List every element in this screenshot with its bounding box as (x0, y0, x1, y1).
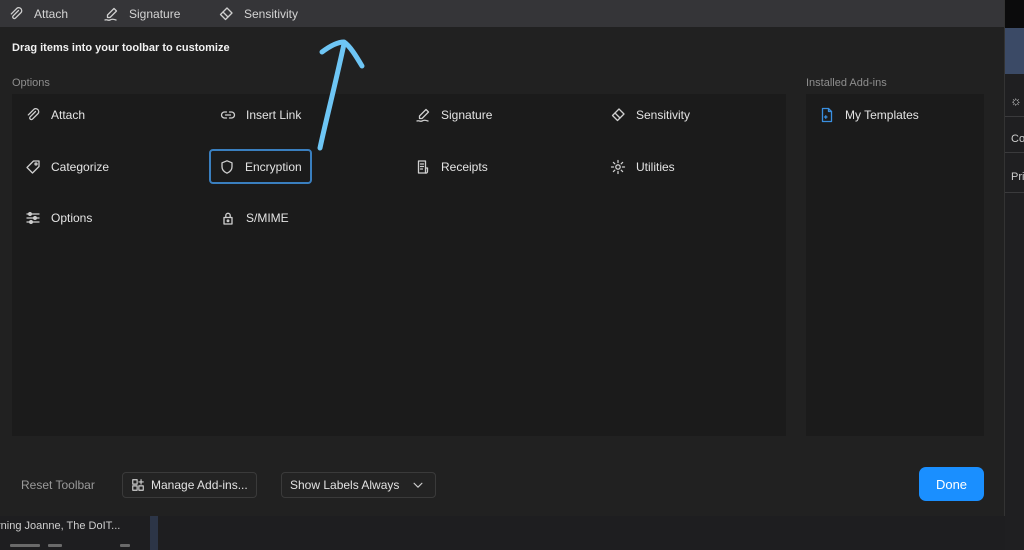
shield-icon (219, 159, 235, 175)
chevron-down-icon (413, 482, 423, 488)
template-document-icon (819, 107, 835, 123)
signature-pen-icon (415, 107, 431, 123)
option-receipts[interactable]: Receipts (407, 150, 496, 184)
dialog-instruction: Drag items into your toolbar to customiz… (12, 42, 230, 54)
option-encryption[interactable]: Encryption (209, 149, 312, 184)
receipt-icon (415, 159, 431, 175)
gear-icon (610, 159, 626, 175)
manage-addins-label: Manage Add-ins... (151, 478, 248, 492)
customize-toolbar-dialog: Attach Signature Sensitivity Drag items … (0, 0, 1005, 516)
show-labels-value: Show Labels Always (290, 478, 400, 492)
background-selection-bar (150, 516, 158, 550)
option-utilities[interactable]: Utilities (602, 150, 683, 184)
message-preview-text: rning Joanne, The DoIT... (0, 520, 121, 532)
option-attach[interactable]: Attach (17, 98, 93, 132)
compose-toolbar: Attach Signature Sensitivity (0, 0, 1004, 27)
paperclip-icon (25, 107, 41, 123)
options-heading: Options (12, 77, 50, 89)
installed-addins-panel (806, 94, 984, 436)
reset-toolbar-button[interactable]: Reset Toolbar (21, 478, 95, 492)
divider (1005, 192, 1024, 193)
background-titlebar (1005, 0, 1024, 28)
sensitivity-brush-icon (610, 107, 626, 123)
background-text-line (10, 544, 40, 547)
background-text-line (120, 544, 130, 547)
option-smime[interactable]: S/MIME (212, 201, 297, 235)
toolbar-sensitivity-button[interactable]: Sensitivity (218, 6, 298, 22)
sensitivity-brush-icon (218, 6, 234, 22)
option-label: Utilities (636, 160, 675, 174)
tag-icon (25, 159, 41, 175)
option-label: S/MIME (246, 211, 289, 225)
background-text-line (48, 544, 62, 547)
option-label: Signature (441, 108, 493, 122)
background-text-fragment: Co (1011, 133, 1024, 145)
toolbar-signature-label: Signature (129, 7, 181, 21)
options-panel (12, 94, 786, 436)
sun-icon: ☼ (1010, 93, 1022, 108)
addin-label: My Templates (845, 108, 919, 122)
installed-addins-heading: Installed Add-ins (806, 77, 887, 89)
paperclip-icon (8, 6, 24, 22)
link-icon (220, 107, 236, 123)
toolbar-attach-button[interactable]: Attach (8, 6, 68, 22)
addin-my-templates[interactable]: My Templates (811, 98, 927, 132)
manage-addins-button[interactable]: Manage Add-ins... (122, 472, 257, 498)
option-label: Receipts (441, 160, 488, 174)
toolbar-signature-button[interactable]: Signature (103, 6, 180, 22)
done-button[interactable]: Done (919, 467, 984, 501)
background-text-fragment: Pri (1011, 171, 1024, 183)
divider (1005, 116, 1024, 117)
addins-grid-icon (132, 479, 144, 491)
option-insert-link[interactable]: Insert Link (212, 98, 309, 132)
toolbar-attach-label: Attach (34, 7, 69, 21)
option-label: Insert Link (246, 108, 302, 122)
option-categorize[interactable]: Categorize (17, 150, 117, 184)
background-app-right: ☼ Co Pri (1005, 0, 1024, 550)
option-sensitivity[interactable]: Sensitivity (602, 98, 698, 132)
toolbar-sensitivity-label: Sensitivity (244, 7, 299, 21)
option-options[interactable]: Options (17, 201, 100, 235)
option-label: Options (51, 211, 93, 225)
option-signature[interactable]: Signature (407, 98, 500, 132)
option-label: Sensitivity (636, 108, 691, 122)
background-app-bottom: rning Joanne, The DoIT... (0, 516, 1005, 550)
option-label: Categorize (51, 160, 110, 174)
option-label: Encryption (245, 159, 302, 174)
option-label: Attach (51, 108, 86, 122)
signature-pen-icon (103, 6, 119, 22)
lock-badge-icon (220, 210, 236, 226)
divider (1005, 152, 1024, 153)
show-labels-dropdown[interactable]: Show Labels Always (281, 472, 437, 498)
sliders-icon (25, 210, 41, 226)
background-header-band (1005, 28, 1024, 74)
